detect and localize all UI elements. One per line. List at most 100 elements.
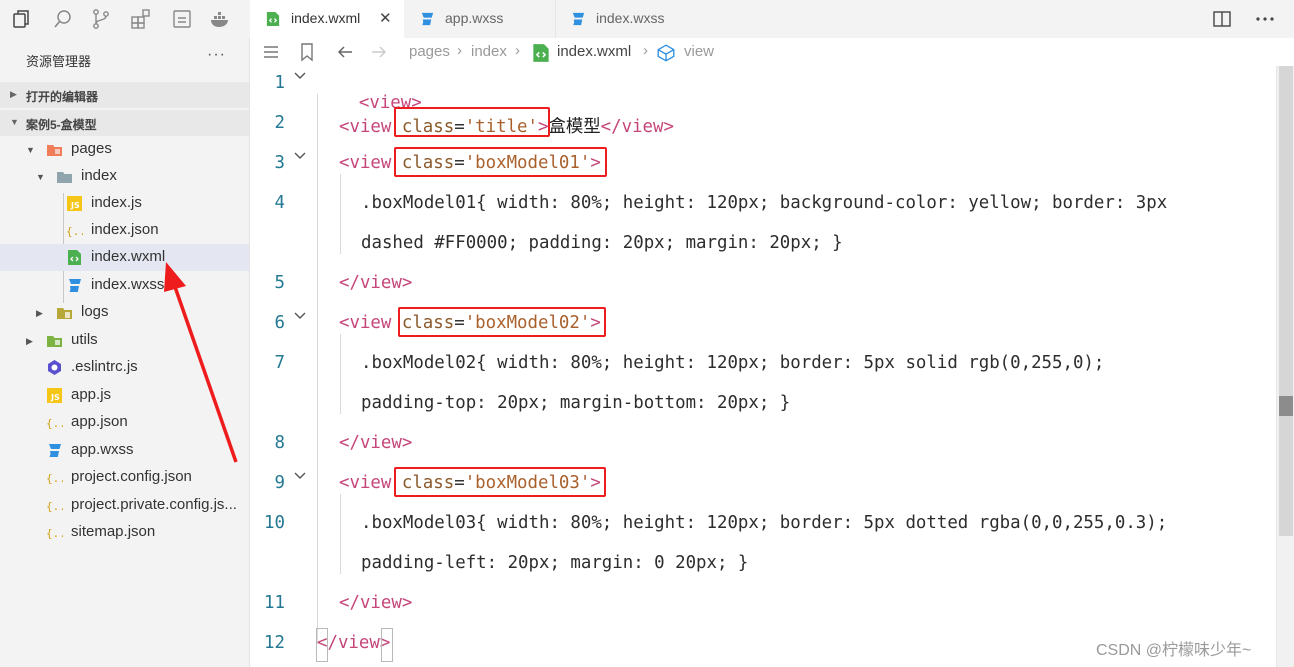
line-number: 7	[274, 353, 285, 373]
json-file-icon: {..}	[46, 524, 73, 541]
activity-bar	[0, 0, 250, 38]
highlight-box	[394, 147, 607, 177]
svg-text:{..}: {..}	[46, 527, 63, 540]
line-number: 12	[264, 633, 285, 653]
code-line-11: </view>	[339, 593, 413, 613]
js-file-icon: JS	[46, 387, 63, 404]
vertical-scrollbar[interactable]	[1276, 66, 1294, 667]
source-control-icon[interactable]	[90, 8, 112, 30]
back-arrow-icon[interactable]	[335, 42, 355, 62]
open-editors-section[interactable]: ▶ 打开的编辑器	[0, 82, 249, 108]
code-line-10-wrap: padding-left: 20px; margin: 0 20px; }	[361, 553, 749, 573]
chevron-right-icon: ▶	[36, 308, 43, 318]
svg-text:JS: JS	[50, 393, 60, 402]
code-line-8: </view>	[339, 433, 413, 453]
wxss-file-icon	[66, 277, 83, 294]
line-number: 1	[274, 73, 285, 93]
wxml-file-icon	[531, 43, 549, 62]
chevron-right-icon: ▶	[26, 336, 33, 346]
code-line-5: </view>	[339, 273, 413, 293]
chevron-down-icon: ▼	[36, 172, 45, 182]
folder-icon	[56, 168, 73, 185]
explorer-title: 资源管理器	[26, 54, 92, 69]
eslint-file-icon	[46, 359, 63, 376]
fold-chevron-icon[interactable]	[293, 148, 307, 162]
svg-text:{..}: {..}	[46, 417, 63, 430]
split-editor-icon[interactable]	[1212, 9, 1232, 34]
svg-text:{..}: {..}	[46, 500, 63, 513]
bracket-match-box	[381, 628, 393, 662]
js-file-icon: JS	[66, 195, 83, 212]
wxss-file-icon	[46, 442, 63, 459]
fold-chevron-icon[interactable]	[293, 468, 307, 482]
wxss-file-icon	[419, 11, 435, 27]
code-line-10: .boxModel03{ width: 80%; height: 120px; …	[361, 513, 1168, 533]
line-number: 11	[264, 593, 285, 613]
extensions-icon[interactable]	[130, 8, 152, 30]
minimize-icon[interactable]	[171, 8, 193, 30]
breadcrumb: pages › index › index.wxml › view	[251, 38, 1294, 66]
chevron-down-icon: ▼	[26, 145, 35, 155]
wxss-file-icon	[570, 11, 586, 27]
breadcrumb-separator: ›	[457, 42, 462, 59]
line-number: 9	[274, 473, 285, 493]
docker-icon[interactable]	[209, 8, 231, 30]
line-number: 3	[274, 153, 285, 173]
highlight-box	[394, 467, 606, 497]
outline-list-icon[interactable]	[261, 42, 281, 62]
bookmark-icon[interactable]	[297, 42, 317, 62]
indent-guide	[340, 334, 341, 414]
search-icon[interactable]	[52, 8, 74, 30]
code-editor[interactable]: 1 2 3 4 5 6 7 8 9 10 11 12 <view> <view …	[251, 66, 1276, 667]
tab-app-wxss[interactable]: app.wxss	[405, 0, 555, 38]
wxml-file-icon	[66, 249, 83, 266]
line-number: 8	[274, 433, 285, 453]
json-file-icon: {..}	[46, 414, 73, 431]
folder-logs-icon	[56, 304, 73, 321]
tree-item-project-private-config[interactable]: {..} project.private.config.js...	[0, 492, 249, 519]
line-number: 2	[274, 113, 285, 133]
code-line-4-wrap: dashed #FF0000; padding: 20px; margin: 2…	[361, 233, 843, 253]
breadcrumb-item-index[interactable]: index	[471, 43, 507, 60]
tree-item-index-json[interactable]: {..} index.json	[0, 217, 249, 244]
json-file-icon: {..}	[46, 469, 73, 486]
code-line-4: .boxModel01{ width: 80%; height: 120px; …	[361, 193, 1168, 213]
more-actions-button[interactable]: ···	[207, 46, 226, 64]
fold-chevron-icon[interactable]	[293, 308, 307, 322]
tree-item-pages[interactable]: ▼ pages	[0, 136, 249, 163]
scrollbar-thumb[interactable]	[1279, 66, 1293, 536]
bracket-match-box	[316, 628, 328, 662]
fold-chevron-icon[interactable]	[293, 68, 307, 82]
json-file-icon: {..}	[66, 222, 93, 239]
files-icon[interactable]	[10, 8, 32, 30]
highlight-box	[398, 307, 606, 337]
more-icon[interactable]	[1254, 9, 1276, 34]
chevron-right-icon: ▶	[10, 89, 17, 99]
breadcrumb-item-view[interactable]: view	[684, 43, 714, 60]
code-line-7-wrap: padding-top: 20px; margin-bottom: 20px; …	[361, 393, 791, 413]
breadcrumb-item-pages[interactable]: pages	[409, 43, 450, 60]
breadcrumb-item-file[interactable]: index.wxml	[557, 43, 631, 60]
tab-index-wxss[interactable]: index.wxss	[555, 0, 706, 38]
svg-text:{..}: {..}	[66, 225, 83, 238]
line-number: 10	[264, 513, 285, 533]
watermark: CSDN @柠檬味少年~	[1096, 642, 1252, 659]
project-section[interactable]: ▼ 案例5-盒模型	[0, 110, 249, 136]
editor-tab-bar: index.wxml ✕ app.wxss index.wxss	[251, 0, 1294, 38]
forward-arrow-icon[interactable]	[369, 42, 389, 62]
folder-utils-icon	[46, 332, 63, 349]
close-tab-button[interactable]: ✕	[379, 9, 392, 27]
tree-item-index-js[interactable]: JS index.js	[0, 190, 249, 217]
tree-item-project-config[interactable]: {..} project.config.json	[0, 464, 249, 491]
annotation-arrow	[164, 262, 238, 463]
indent-guide	[340, 174, 341, 254]
tab-index-wxml[interactable]: index.wxml ✕	[251, 0, 404, 38]
tree-item-sitemap[interactable]: {..} sitemap.json	[0, 519, 249, 546]
highlight-box	[394, 107, 550, 137]
svg-text:{..}: {..}	[46, 472, 63, 485]
line-number: 4	[274, 193, 285, 213]
indent-guide	[340, 494, 341, 574]
breadcrumb-separator: ›	[643, 42, 648, 59]
tree-item-index-folder[interactable]: ▼ index	[0, 163, 249, 190]
indent-guide	[317, 94, 318, 644]
